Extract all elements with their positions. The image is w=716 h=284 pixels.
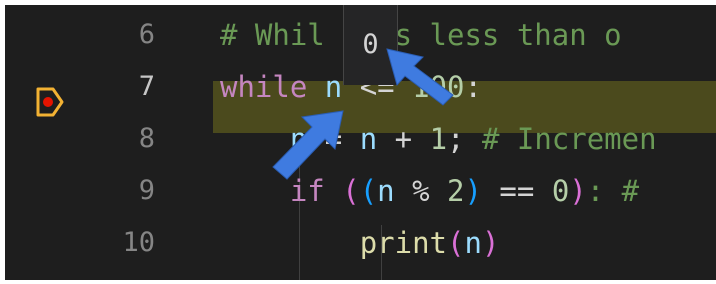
code-token: n: [324, 70, 343, 104]
line-number: 10: [122, 227, 155, 258]
arrow-pointer-icon: [272, 110, 344, 180]
code-token: # Incremen: [481, 122, 657, 156]
code-token: : #: [586, 174, 657, 208]
line-number: 6: [138, 19, 155, 50]
code-token: ): [569, 174, 587, 208]
code-token: 1: [429, 122, 448, 156]
line-number: 7: [138, 71, 155, 102]
code-token: n: [377, 174, 395, 208]
code-token: (: [359, 174, 378, 208]
code-token: # Whil: [220, 18, 325, 52]
code-editor[interactable]: 6# Whil is less than o7while n <= 100:8 …: [5, 5, 716, 280]
code-token: ): [481, 226, 500, 260]
code-token: ==: [481, 174, 552, 208]
code-line[interactable]: print(n): [220, 217, 500, 269]
code-token: %: [394, 174, 448, 208]
line-number: 9: [138, 175, 155, 206]
arrow-pointer-icon: [386, 48, 454, 106]
code-token: +: [377, 122, 430, 156]
code-token: ;: [447, 122, 482, 156]
code-token: n: [359, 122, 378, 156]
code-token: 2: [447, 174, 465, 208]
code-token: (: [447, 226, 465, 260]
code-token: while: [220, 70, 325, 104]
code-token: print: [359, 226, 447, 260]
code-token: n: [464, 226, 482, 260]
code-token: 0: [551, 174, 570, 208]
line-number: 8: [138, 123, 155, 154]
code-token: :: [464, 70, 482, 104]
code-token: ): [464, 174, 482, 208]
breakpoint-paused-icon[interactable]: [35, 85, 65, 119]
